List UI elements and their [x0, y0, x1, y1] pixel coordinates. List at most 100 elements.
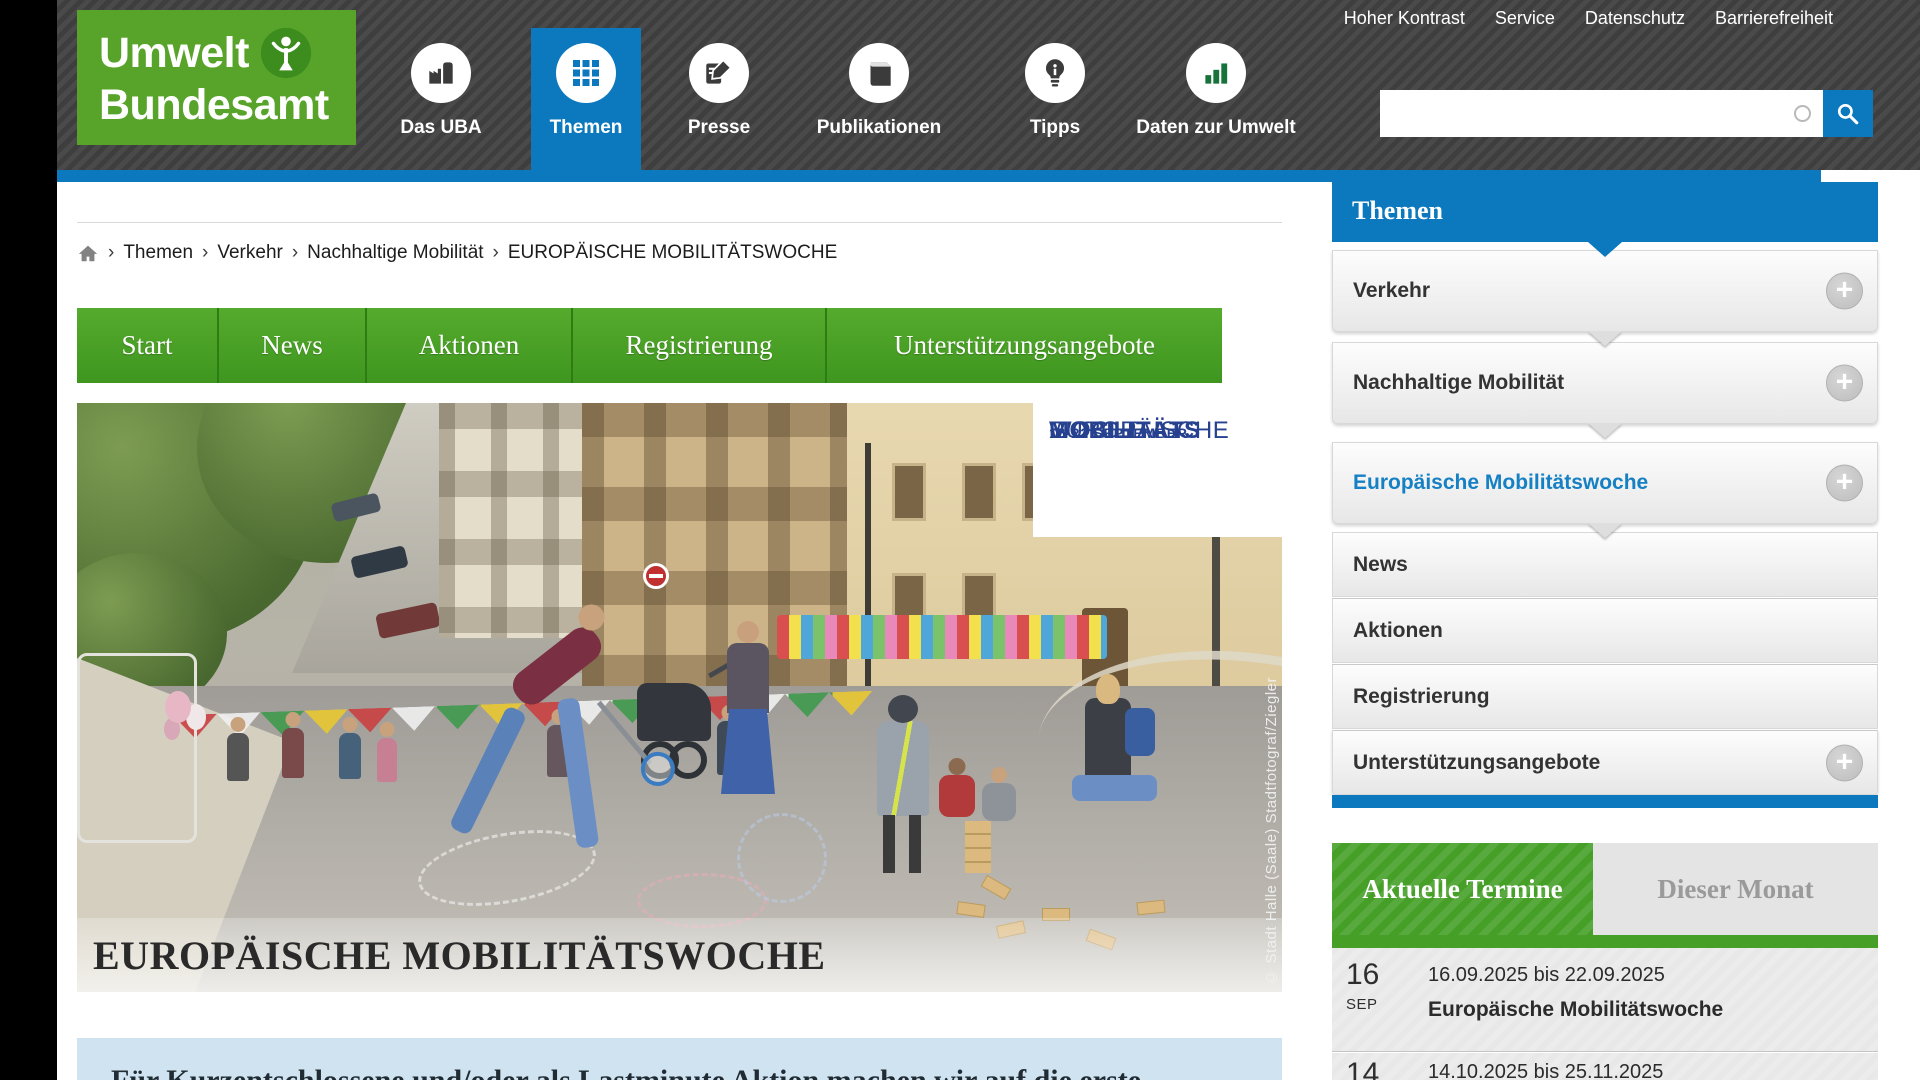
sidebar-title: Themen	[1332, 182, 1878, 240]
goal-frame	[77, 653, 197, 843]
event-day: 16	[1346, 958, 1379, 992]
backpack	[1125, 708, 1155, 756]
nav-item-themen[interactable]: Themen	[531, 28, 641, 182]
breadcrumb-verkehr[interactable]: Verkehr	[217, 242, 282, 264]
badge-line4: 16-22 SEPTEMBER	[1049, 420, 1188, 447]
sidebar-item-nachhaltige-mobilitaet[interactable]: Nachhaltige Mobilität +	[1332, 342, 1878, 424]
sidebar-item-europaeische-mobilitaetswoche[interactable]: Europäische Mobilitätswoche +	[1332, 442, 1878, 524]
pedestrian	[282, 728, 304, 778]
meta-link-datenschutz[interactable]: Datenschutz	[1585, 8, 1685, 29]
home-icon[interactable]	[77, 242, 99, 264]
event-title: Europäische Mobilitätswoche	[1428, 998, 1723, 1022]
tab-dieser-monat[interactable]: Dieser Monat	[1593, 843, 1878, 935]
tab-label: Dieser Monat	[1657, 874, 1813, 905]
balloons	[165, 691, 191, 723]
hero-caption-band: EUROPÄISCHE MOBILITÄTSWOCHE	[77, 918, 1282, 992]
wooden-block-tower	[965, 821, 991, 873]
sidebar-item-label: News	[1333, 553, 1408, 577]
event-list-item[interactable]: 16 SEP 16.09.2025 bis 22.09.2025 Europäi…	[1332, 948, 1878, 1052]
breadcrumb-themen[interactable]: Themen	[123, 242, 193, 264]
event-date-range: 16.09.2025 bis 22.09.2025	[1428, 964, 1665, 987]
event-date-range: 14.10.2025 bis 25.11.2025	[1428, 1061, 1663, 1080]
chalk-drawing	[737, 813, 827, 903]
meta-nav: Hoher Kontrast Service Datenschutz Barri…	[1344, 8, 1833, 29]
sidebar-item-label: Registrierung	[1333, 685, 1490, 709]
mobility-week-badge: EUROPÄISCHE MOBILITÄTS WOCHE 16-22 SEPTE…	[1033, 403, 1282, 537]
breadcrumb-nachhaltige-mobilitaet[interactable]: Nachhaltige Mobilität	[307, 242, 483, 264]
tab-label: Aktuelle Termine	[1362, 874, 1562, 905]
sidebar-footer-bar	[1332, 795, 1878, 808]
woman-with-stroller	[727, 643, 769, 713]
event-list-item[interactable]: 14 14.10.2025 bis 25.11.2025	[1332, 1053, 1878, 1080]
search-icon	[1834, 100, 1862, 128]
breadcrumb-separator: ›	[493, 242, 499, 264]
window	[892, 463, 926, 521]
sidebar-item-label: Verkehr	[1333, 279, 1430, 303]
meta-link-service[interactable]: Service	[1495, 8, 1555, 29]
breadcrumb-separator: ›	[108, 242, 114, 264]
nav-item-presse[interactable]: Presse	[669, 0, 769, 170]
nav-item-publikationen[interactable]: Publikationen	[799, 0, 959, 170]
sidebar-item-label: Aktionen	[1333, 619, 1443, 643]
no-entry-sign	[643, 563, 669, 589]
logo-line2: Bundesamt	[99, 80, 356, 130]
pedestrian	[377, 738, 397, 782]
breadcrumb: › Themen › Verkehr › Nachhaltige Mobilit…	[77, 242, 837, 264]
section-tabs: Start News Aktionen Registrierung Unters…	[77, 308, 1222, 383]
events-tab-underline	[1332, 935, 1878, 948]
search-button[interactable]	[1823, 90, 1873, 137]
expand-plus-icon[interactable]: +	[1826, 744, 1863, 781]
tab-unterstuetzungsangebote[interactable]: Unterstützungsangebote	[825, 308, 1222, 383]
nav-item-daten-zur-umwelt[interactable]: Daten zur Umwelt	[1131, 0, 1301, 170]
chevron-down-icon	[1588, 331, 1622, 346]
search-input[interactable]	[1380, 90, 1823, 137]
breadcrumb-current-page: EUROPÄISCHE MOBILITÄTSWOCHE	[508, 242, 837, 264]
tab-start[interactable]: Start	[77, 308, 217, 383]
sidebar-item-aktionen[interactable]: Aktionen	[1332, 598, 1878, 663]
nav-label: Daten zur Umwelt	[1131, 117, 1301, 139]
breadcrumb-separator: ›	[292, 242, 298, 264]
factory-icon	[411, 43, 471, 103]
striped-table	[777, 615, 1107, 659]
hero-photo: EUROPÄISCHE MOBILITÄTS WOCHE 16-22 SEPTE…	[77, 403, 1282, 992]
meta-link-barrierefreiheit[interactable]: Barrierefreiheit	[1715, 8, 1833, 29]
sidebar-item-verkehr[interactable]: Verkehr +	[1332, 250, 1878, 332]
sidebar-item-label: Europäische Mobilitätswoche	[1333, 471, 1648, 495]
child-legs	[883, 815, 895, 873]
page-title: EUROPÄISCHE MOBILITÄTSWOCHE	[93, 932, 826, 979]
expand-plus-icon[interactable]: +	[1826, 365, 1863, 402]
expand-plus-icon[interactable]: +	[1826, 273, 1863, 310]
nav-label: Presse	[669, 117, 769, 139]
grid-icon	[556, 43, 616, 103]
kneeling-woman-legs	[1072, 775, 1157, 801]
sidebar-item-registrierung[interactable]: Registrierung	[1332, 664, 1878, 729]
tab-aktionen[interactable]: Aktionen	[365, 308, 571, 383]
child-with-helmet	[877, 721, 929, 816]
sitting-child	[939, 775, 975, 817]
tab-aktuelle-termine[interactable]: Aktuelle Termine	[1332, 843, 1593, 935]
window	[962, 463, 996, 521]
nav-label: Tipps	[1010, 117, 1100, 139]
chevron-down-icon	[1588, 523, 1622, 538]
logo[interactable]: Umwelt Bundesamt	[77, 10, 356, 145]
uba-tree-icon	[259, 26, 313, 80]
sidebar-header: Themen	[1332, 182, 1878, 242]
sidebar-item-unterstuetzungsangebote[interactable]: Unterstützungsangebote +	[1332, 730, 1878, 795]
sidebar-item-news[interactable]: News	[1332, 532, 1878, 597]
search-reset-icon[interactable]	[1794, 105, 1811, 122]
meta-link-hoher-kontrast[interactable]: Hoher Kontrast	[1344, 8, 1465, 29]
event-day: 14	[1346, 1057, 1379, 1080]
intro-text: Für Kurzentschlossene und/oder als Lastm…	[111, 1064, 1252, 1080]
pedestrian	[227, 733, 249, 781]
woman-skirt	[721, 709, 775, 794]
search-box	[1380, 90, 1823, 137]
tab-registrierung[interactable]: Registrierung	[571, 308, 825, 383]
event-month: SEP	[1346, 996, 1378, 1013]
nav-label: Das UBA	[391, 117, 491, 139]
nav-item-das-uba[interactable]: Das UBA	[391, 0, 491, 170]
expand-plus-icon[interactable]: +	[1826, 465, 1863, 502]
intro-panel: Für Kurzentschlossene und/oder als Lastm…	[77, 1038, 1282, 1080]
tab-news[interactable]: News	[217, 308, 365, 383]
nav-item-tipps[interactable]: Tipps	[1010, 0, 1100, 170]
bar-chart-icon	[1186, 43, 1246, 103]
